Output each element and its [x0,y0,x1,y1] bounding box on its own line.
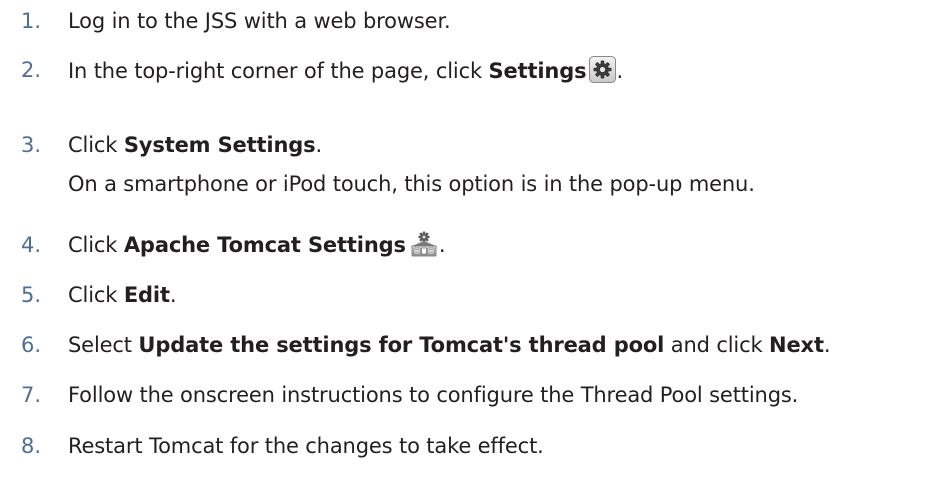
step-text: In the top-right corner of the page, cli… [68,56,623,85]
step-text-post: . [616,59,623,83]
step-text-post: . [315,133,323,157]
step-text-pre: Select [68,333,139,357]
step-text-bold-2: Next [769,333,824,357]
step-number: 5. [21,283,42,307]
step-text-post: . [438,233,446,257]
step-number: 4. [21,233,42,257]
step-text: Restart Tomcat for the changes to take e… [68,434,544,458]
step-text: Click Edit. [68,281,177,309]
step-3-note: On a smartphone or iPod touch, this opti… [68,172,755,196]
step-text: Select Update the settings for Tomcat's … [68,331,831,359]
step-text-pre: In the top-right corner of the page, cli… [68,59,489,83]
step-text: Log in to the JSS with a web browser. [68,9,451,33]
gear-icon [589,56,617,83]
step-number: 7. [21,383,42,407]
step-text-post: . [823,333,831,357]
step-text: Click Apache Tomcat Settings. [68,231,446,259]
step-number: 1. [21,9,42,33]
step-number: 2. [21,58,42,82]
server-settings-icon [409,231,439,257]
step-text-pre: Click [68,133,124,157]
step-text-post: . [169,283,177,307]
step-number: 8. [21,434,42,458]
step-text-bold: Update the settings for Tomcat's thread … [138,333,665,357]
step-text-bold: System Settings [123,133,316,157]
step-text: Click System Settings. [68,131,322,159]
step-text-bold: Apache Tomcat Settings [123,233,406,257]
step-number: 3. [21,133,42,157]
step-number: 6. [21,333,42,357]
step-text-bold: Edit [123,283,170,307]
step-text-pre: Click [68,283,124,307]
step-text: Follow the onscreen instructions to conf… [68,383,799,407]
step-text-bold: Settings [488,59,587,83]
instruction-steps: 1. Log in to the JSS with a web browser.… [0,0,927,489]
step-text-mid: and click [664,333,770,357]
step-text-pre: Click [68,233,124,257]
